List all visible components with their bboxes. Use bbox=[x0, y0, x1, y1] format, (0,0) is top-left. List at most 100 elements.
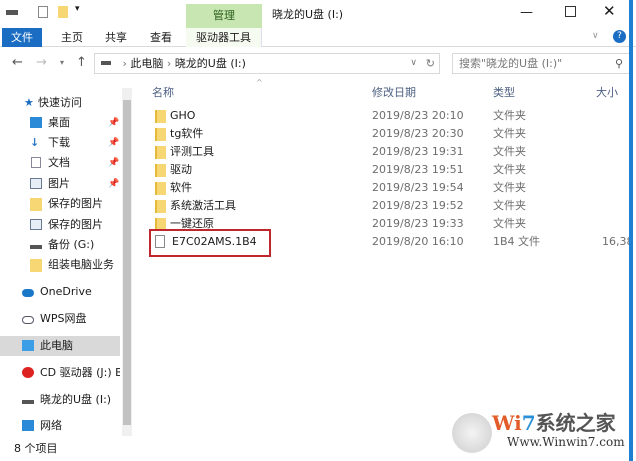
nav-downloads[interactable]: ↓ 下载 📌 bbox=[0, 133, 120, 153]
properties-icon[interactable] bbox=[38, 6, 48, 18]
nav-documents[interactable]: 文档 📌 bbox=[0, 153, 120, 173]
column-header-date[interactable]: 修改日期 bbox=[372, 84, 416, 99]
back-button[interactable]: ← bbox=[12, 55, 23, 70]
desktop-icon bbox=[30, 117, 42, 128]
nav-label: 网络 bbox=[40, 419, 62, 432]
nav-label: 文档 bbox=[48, 156, 70, 169]
new-folder-icon[interactable] bbox=[58, 6, 68, 18]
file-name: GHO bbox=[170, 109, 196, 122]
nav-saved-pictures[interactable]: 保存的图片 bbox=[0, 194, 120, 214]
nav-label: 晓龙的U盘 (I:) bbox=[40, 393, 112, 406]
file-type: 文件夹 bbox=[493, 181, 526, 194]
nav-assembly-business[interactable]: 组装电脑业务 bbox=[0, 255, 120, 275]
nav-label: 图片 bbox=[48, 177, 70, 190]
window-border bbox=[629, 0, 633, 461]
drive-icon bbox=[101, 61, 111, 65]
search-input[interactable]: 搜索"晓龙的U盘 (I:)" ⚲ bbox=[452, 53, 630, 74]
folder-icon bbox=[30, 259, 42, 272]
address-bar[interactable]: › 此电脑 › 晓龙的U盘 (I:) ∨ ↻ bbox=[94, 53, 440, 74]
column-header-type[interactable]: 类型 bbox=[493, 84, 515, 99]
file-date: 2019/8/23 19:54 bbox=[372, 181, 464, 194]
breadcrumb-this-pc[interactable]: 此电脑 bbox=[130, 57, 163, 70]
maximize-button[interactable] bbox=[565, 6, 576, 17]
nav-backup-drive[interactable]: 备份 (G:) bbox=[0, 235, 120, 255]
up-button[interactable]: ↑ bbox=[76, 55, 87, 70]
picture-icon bbox=[30, 178, 42, 189]
refresh-icon[interactable]: ↻ bbox=[426, 54, 435, 73]
nav-label: WPS网盘 bbox=[40, 312, 87, 325]
file-type: 文件夹 bbox=[493, 127, 526, 140]
pin-icon: 📌 bbox=[108, 138, 120, 148]
file-date: 2019/8/23 19:31 bbox=[372, 145, 464, 158]
tab-file[interactable]: 文件 bbox=[2, 28, 42, 47]
file-date: 2019/8/23 20:10 bbox=[372, 109, 464, 122]
drive-icon bbox=[22, 400, 34, 404]
folder-icon bbox=[155, 200, 166, 213]
file-date: 2019/8/20 16:10 bbox=[372, 235, 464, 248]
expand-ribbon-icon[interactable]: ∨ bbox=[592, 31, 599, 41]
windows-logo-icon bbox=[452, 413, 492, 453]
folder-icon bbox=[155, 128, 166, 141]
quick-access-dropdown-icon[interactable]: ▾ bbox=[75, 4, 80, 14]
close-button[interactable]: ✕ bbox=[603, 2, 616, 20]
file-row[interactable]: 系统激活工具 2019/8/23 19:52 文件夹 bbox=[150, 197, 630, 215]
nav-label: 备份 (G:) bbox=[48, 238, 95, 251]
column-header-size[interactable]: 大小 bbox=[596, 84, 618, 99]
nav-label: 下载 bbox=[48, 136, 70, 149]
nav-label: 桌面 bbox=[48, 116, 70, 129]
file-date: 2019/8/23 20:30 bbox=[372, 127, 464, 140]
nav-desktop[interactable]: 桌面 📌 bbox=[0, 113, 120, 133]
nav-label: 保存的图片 bbox=[48, 218, 103, 231]
cloud-outline-icon bbox=[22, 316, 34, 324]
file-row[interactable]: 评测工具 2019/8/23 19:31 文件夹 bbox=[150, 143, 630, 161]
nav-quick-access[interactable]: ★ 快速访问 bbox=[0, 93, 120, 113]
file-type: 1B4 文件 bbox=[493, 235, 541, 248]
pin-icon: 📌 bbox=[108, 158, 120, 168]
nav-this-pc[interactable]: 此电脑 bbox=[0, 336, 120, 356]
computer-icon bbox=[22, 340, 34, 351]
minimize-button[interactable]: — bbox=[520, 5, 533, 20]
file-date: 2019/8/23 19:52 bbox=[372, 199, 464, 212]
folder-icon bbox=[155, 110, 166, 123]
file-type: 文件夹 bbox=[493, 199, 526, 212]
nav-label: 此电脑 bbox=[40, 339, 73, 352]
nav-wps-drive[interactable]: WPS网盘 bbox=[0, 309, 120, 329]
file-row[interactable]: GHO 2019/8/23 20:10 文件夹 bbox=[150, 107, 630, 125]
pin-icon: 📌 bbox=[108, 118, 120, 128]
column-header-name[interactable]: 名称 bbox=[152, 84, 174, 99]
recent-dropdown-icon[interactable]: ▾ bbox=[60, 58, 64, 67]
tab-share[interactable]: 共享 bbox=[100, 28, 132, 47]
highlight-box bbox=[149, 229, 271, 257]
window-title: 晓龙的U盘 (I:) bbox=[272, 8, 344, 21]
nav-pictures[interactable]: 图片 📌 bbox=[0, 174, 120, 194]
file-type: 文件夹 bbox=[493, 163, 526, 176]
folder-icon bbox=[155, 164, 166, 177]
download-icon: ↓ bbox=[30, 136, 40, 149]
nav-scrollbar-thumb[interactable] bbox=[123, 100, 131, 425]
nav-saved-pictures-2[interactable]: 保存的图片 bbox=[0, 215, 120, 235]
nav-usb-drive[interactable]: 晓龙的U盘 (I:) bbox=[0, 390, 120, 410]
nav-cd-drive[interactable]: CD 驱动器 (J:) BC bbox=[0, 363, 120, 383]
address-dropdown-icon[interactable]: ∨ bbox=[410, 54, 417, 73]
file-date: 2019/8/23 19:33 bbox=[372, 217, 464, 230]
breadcrumb-usb-drive[interactable]: 晓龙的U盘 (I:) bbox=[175, 57, 246, 70]
search-icon: ⚲ bbox=[614, 57, 623, 70]
tab-manage[interactable]: 管理 bbox=[186, 4, 262, 28]
file-row[interactable]: 驱动 2019/8/23 19:51 文件夹 bbox=[150, 161, 630, 179]
forward-button[interactable]: → bbox=[36, 55, 47, 70]
picture-icon bbox=[30, 219, 42, 230]
help-icon[interactable]: ? bbox=[613, 30, 626, 43]
tab-drive-tools[interactable]: 驱动器工具 bbox=[186, 28, 262, 47]
file-row[interactable]: tg软件 2019/8/23 20:30 文件夹 bbox=[150, 125, 630, 143]
ribbon-tabs bbox=[0, 28, 636, 47]
tab-view[interactable]: 查看 bbox=[145, 28, 177, 47]
file-date: 2019/8/23 19:51 bbox=[372, 163, 464, 176]
search-placeholder: 搜索"晓龙的U盘 (I:)" bbox=[459, 57, 563, 70]
tab-home[interactable]: 主页 bbox=[56, 28, 88, 47]
file-type: 文件夹 bbox=[493, 217, 526, 230]
file-row[interactable]: 软件 2019/8/23 19:54 文件夹 bbox=[150, 179, 630, 197]
nav-network[interactable]: 网络 bbox=[0, 416, 120, 436]
sort-arrow-icon: ^ bbox=[256, 78, 263, 87]
nav-onedrive[interactable]: OneDrive bbox=[0, 282, 120, 302]
cloud-icon bbox=[22, 289, 34, 297]
